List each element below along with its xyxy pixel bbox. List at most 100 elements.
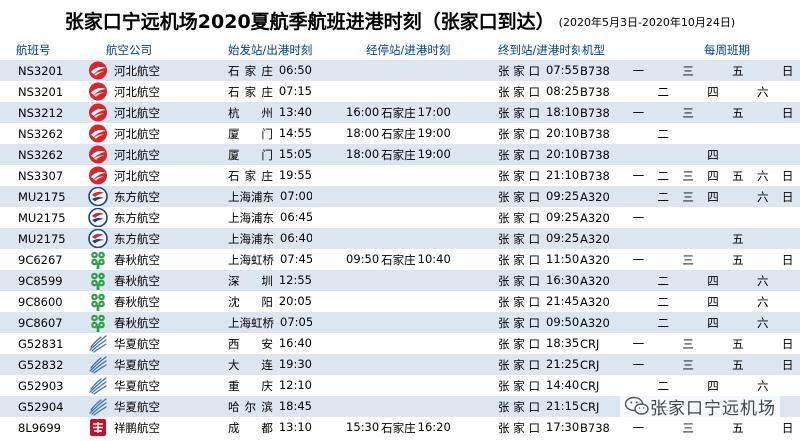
weekday-cell: 六 bbox=[756, 189, 769, 204]
huaxia-airlines-icon bbox=[88, 376, 108, 395]
origin-time: 20:05 bbox=[278, 293, 312, 308]
aircraft-type: A320 bbox=[580, 186, 626, 207]
destination-time: 21:15 bbox=[546, 398, 580, 413]
weekday-cell bbox=[725, 294, 750, 310]
china-eastern-icon bbox=[88, 208, 108, 227]
origin-time: 14:55 bbox=[278, 125, 312, 140]
origin-city: 上海虹桥 bbox=[228, 252, 274, 267]
destination-city: 张家口 bbox=[498, 420, 540, 435]
weekday-cell: 五 bbox=[732, 336, 744, 351]
origin-time: 12:55 bbox=[278, 272, 312, 287]
weekday-cell: 三 bbox=[682, 420, 694, 435]
stopover-departure-time: 16:20 bbox=[417, 419, 451, 434]
flight-number: NS3262 bbox=[0, 123, 86, 144]
weekday-cell bbox=[701, 420, 726, 436]
weekly-days: 二四六 bbox=[626, 294, 800, 310]
weekday-cell: 一 bbox=[632, 168, 645, 183]
weekday-cell: 六 bbox=[756, 315, 769, 330]
header-airline: 航空公司 bbox=[86, 40, 196, 60]
airline-name: 春秋航空 bbox=[114, 273, 160, 288]
weekday-cell bbox=[651, 210, 676, 226]
weekday-cell bbox=[676, 315, 701, 331]
weekday-cell bbox=[676, 126, 701, 142]
weekday-cell: 三 bbox=[682, 63, 694, 78]
stopover-departure-time: 10:40 bbox=[417, 251, 451, 266]
weekly-days: 二四六 bbox=[626, 378, 800, 394]
flight-number: MU2175 bbox=[0, 228, 86, 249]
origin-city: 上海浦东 bbox=[228, 189, 274, 204]
origin-city: 石家庄 bbox=[228, 168, 273, 183]
weekday-cell bbox=[626, 231, 651, 247]
stopover: 16:00 石家庄 17:00 bbox=[312, 105, 458, 121]
china-eastern-icon bbox=[88, 229, 108, 248]
weekday-cell: 六 bbox=[756, 273, 769, 288]
flight-number: 9C8599 bbox=[0, 270, 86, 291]
weekday-cell: 五 bbox=[732, 252, 744, 267]
destination-time: 20:10 bbox=[546, 125, 580, 140]
spring-airlines-icon bbox=[88, 250, 108, 269]
weekday-cell: 二 bbox=[657, 84, 670, 99]
weekday-cell: 一 bbox=[632, 357, 645, 372]
weekday-cell bbox=[750, 336, 775, 352]
destination-time: 08:25 bbox=[546, 83, 580, 98]
weekday-cell bbox=[701, 210, 726, 226]
table-row: MU2175 东方航空 上海浦东 06:40 张家口 09:25 A320 五 bbox=[0, 228, 800, 249]
weekday-cell: 日 bbox=[781, 357, 794, 372]
aircraft-type: A320 bbox=[580, 312, 626, 333]
origin-time: 12:10 bbox=[278, 377, 312, 392]
header-flight: 航班号 bbox=[0, 40, 86, 60]
china-eastern-icon bbox=[88, 187, 108, 206]
weekly-days: 四 bbox=[626, 147, 800, 163]
weekday-cell bbox=[676, 378, 701, 394]
huaxia-airlines-icon bbox=[88, 334, 108, 353]
weekday-cell bbox=[626, 378, 651, 394]
weekday-cell bbox=[676, 210, 701, 226]
spring-airlines-icon bbox=[88, 271, 108, 290]
destination-time: 21:45 bbox=[546, 293, 580, 308]
weekday-cell: 五 bbox=[732, 63, 744, 78]
weekday-cell bbox=[775, 294, 800, 310]
destination-time: 09:25 bbox=[546, 188, 580, 203]
stopover-arrival-time: 18:00 bbox=[346, 146, 380, 161]
weekday-cell bbox=[651, 105, 676, 121]
lucky-air-icon bbox=[88, 418, 108, 437]
aircraft-type: A320 bbox=[580, 249, 626, 270]
table-row: NS3262 河北航空厦门 15:05 18:00 石家庄 19:00 张家口 20:10 B7… bbox=[0, 144, 800, 165]
table-row: G52832 华夏航空 大连 19:30 张家口 21:25 CRJ 一 三 五 日 bbox=[0, 354, 800, 375]
origin-city: 成都 bbox=[228, 420, 273, 435]
flight-number: 9C8607 bbox=[0, 312, 86, 333]
weekday-cell: 日 bbox=[781, 420, 794, 435]
weekday-cell: 一 bbox=[632, 420, 645, 435]
weekday-cell: 三 bbox=[682, 357, 694, 372]
weekday-cell bbox=[651, 231, 676, 247]
origin-time: 06:45 bbox=[280, 209, 312, 224]
stopover-city: 石家庄 bbox=[381, 252, 416, 267]
flight-number: 9C8600 bbox=[0, 291, 86, 312]
weekday-cell: 五 bbox=[732, 357, 744, 372]
weekly-days: 二三四 六日 bbox=[626, 189, 800, 205]
huaxia-airlines-icon bbox=[88, 397, 108, 416]
weekly-days: 五 bbox=[626, 231, 800, 247]
stopover-city: 石家庄 bbox=[381, 105, 416, 120]
weekday-cell bbox=[651, 336, 676, 352]
weekday-cell bbox=[651, 420, 676, 436]
watermark-text: 张家口宁远机场 bbox=[650, 398, 776, 419]
airline-name: 东方航空 bbox=[114, 210, 160, 225]
weekday-cell bbox=[775, 147, 800, 163]
weekday-cell bbox=[626, 273, 651, 289]
stopover-departure-time: 19:00 bbox=[417, 125, 451, 140]
airline-name: 春秋航空 bbox=[114, 294, 160, 309]
weekday-cell bbox=[725, 273, 750, 289]
stopover: 18:00 石家庄 19:00 bbox=[312, 147, 458, 163]
weekday-cell: 三 bbox=[682, 252, 694, 267]
hebei-airlines-icon bbox=[88, 61, 108, 80]
table-row: 9C8599 春秋航空 深圳 12:55 张家口 16:30 A320 二 四 六 bbox=[0, 270, 800, 291]
weekday-cell: 一 bbox=[632, 63, 645, 78]
destination-time: 09:25 bbox=[546, 209, 580, 224]
hebei-airlines-icon bbox=[88, 124, 108, 143]
weekly-days: 一三五日 bbox=[626, 420, 800, 436]
airline-name: 河北航空 bbox=[114, 147, 160, 162]
weekday-cell: 二 bbox=[657, 315, 670, 330]
weekday-cell bbox=[676, 273, 701, 289]
destination-time: 17:30 bbox=[546, 419, 580, 434]
